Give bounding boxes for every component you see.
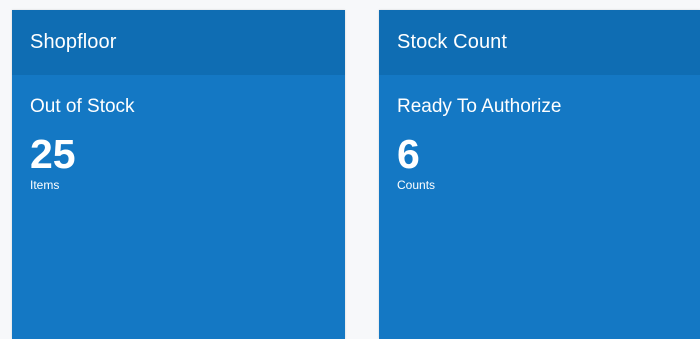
- tile-body: Ready To Authorize 6 Counts: [379, 75, 700, 192]
- tile-subtitle: Out of Stock: [30, 96, 135, 117]
- tile-header: Shopfloor: [12, 10, 345, 75]
- tile-unit-label: Items: [30, 178, 60, 192]
- stock-count-tile[interactable]: Stock Count Ready To Authorize 6 Counts: [379, 10, 700, 339]
- tile-header: Stock Count: [379, 10, 700, 75]
- tile-count: 6: [397, 131, 420, 177]
- tile-count: 25: [30, 131, 76, 177]
- tile-title: Shopfloor: [30, 31, 117, 53]
- tile-subtitle: Ready To Authorize: [397, 96, 562, 117]
- tile-title: Stock Count: [397, 31, 508, 53]
- shopfloor-tile[interactable]: Shopfloor Out of Stock 25 Items: [12, 10, 345, 339]
- tile-body: Out of Stock 25 Items: [12, 75, 345, 192]
- tile-unit-label: Counts: [397, 178, 436, 192]
